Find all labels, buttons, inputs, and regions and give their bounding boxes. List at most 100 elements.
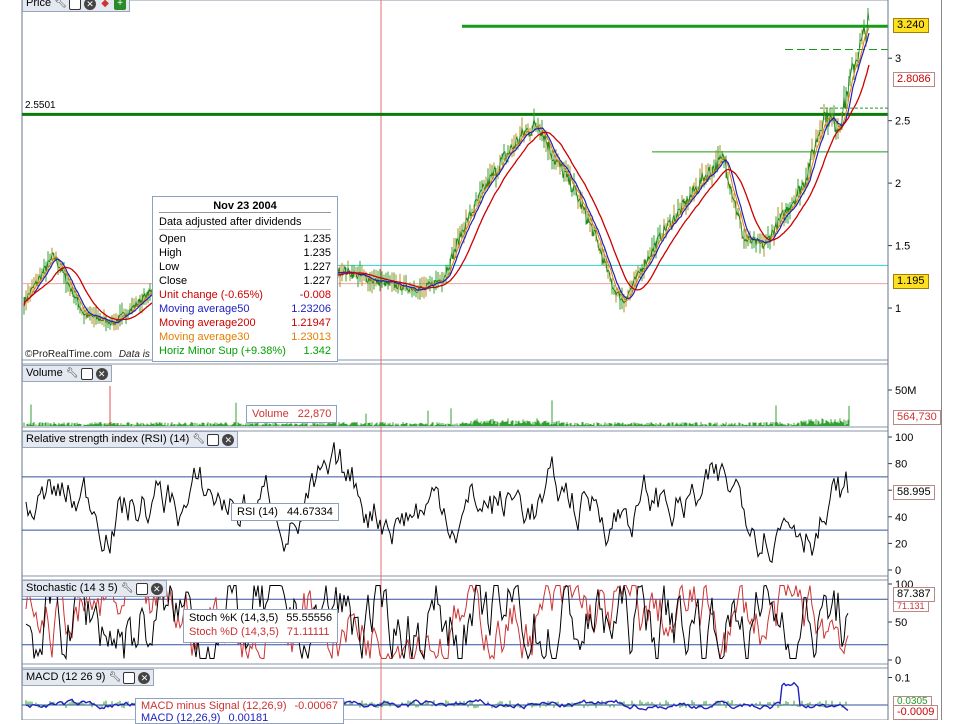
tooltip-row-label: Moving average30 (159, 331, 250, 343)
tooltip-row: Open 1.235 (159, 232, 331, 246)
stoch-d-value: 71.11111 (286, 626, 330, 638)
wrench-icon[interactable]: 🔧︎ (192, 434, 205, 446)
macd-a-value: -0.00067 (294, 700, 338, 712)
tooltip-row-value: 1.227 (303, 275, 331, 287)
macd-a-name: MACD minus Signal (12,26,9) (141, 700, 287, 712)
rsi-axis-label: 80 (895, 459, 907, 471)
price-axis-label: 2.5 (895, 116, 910, 128)
add-icon[interactable]: + (114, 0, 127, 10)
stoch-k-value: 55.55556 (286, 612, 333, 624)
price-last-badge: 3.240 (893, 18, 929, 33)
rsi-readout-name: RSI (14) (237, 506, 278, 518)
price-ma-badge: 2.8086 (893, 72, 935, 87)
wrench-icon[interactable]: 🔧︎ (54, 0, 67, 10)
tooltip-row-value: 1.227 (303, 261, 331, 273)
macd-b-badge: -0.0009 (893, 705, 939, 720)
close-icon[interactable]: ✕ (138, 671, 151, 684)
window-icon[interactable] (69, 0, 82, 10)
volume-panel-title: Volume 🔧︎ ✕ (22, 365, 112, 382)
stoch-d-badge: 71.131 (893, 601, 929, 612)
stoch-readout: Stoch %K (14,3,5) 55.55556 Stoch %D (14,3… (183, 609, 339, 643)
window-edge (941, 0, 942, 720)
tooltip-row: Moving average200 1.21947 (159, 316, 331, 330)
price-axis-label: 1 (895, 303, 901, 315)
volume-readout-value: 22,870 (297, 408, 332, 420)
macd-b-value: 0.00181 (228, 712, 269, 724)
tooltip-row: Moving average30 1.23013 (159, 330, 331, 344)
tooltip-row-label: Close (159, 275, 188, 287)
wrench-icon[interactable]: 🔧︎ (66, 368, 79, 380)
window-icon[interactable] (135, 582, 148, 595)
window-icon[interactable] (80, 367, 93, 380)
tooltip-row-label: Open (159, 233, 186, 245)
rsi-axis-label: 20 (895, 538, 907, 550)
wrench-icon[interactable]: 🔧︎ (121, 583, 134, 595)
volume-title-label: Volume (26, 367, 63, 379)
stoch-title-label: Stochastic (14 3 5) (26, 582, 118, 594)
window-icon[interactable] (207, 433, 220, 446)
watermark-brand: ©ProRealTime.com (25, 349, 113, 360)
macd-readout: MACD minus Signal (12,26,9) -0.00067 MACD… (135, 698, 344, 724)
tooltip-row-label: Moving average50 (159, 303, 250, 315)
tooltip-row-value: 1.235 (303, 233, 331, 245)
stoch-d-name: Stoch %D (14,3,5) (189, 626, 279, 638)
tooltip-row-value: 1.21947 (291, 317, 331, 329)
close-icon[interactable]: ✕ (84, 0, 97, 10)
tooltip-row-label: High (159, 247, 182, 259)
tooltip-row: Unit change (-0.65%) -0.008 (159, 288, 331, 302)
tooltip-date: Nov 23 2004 (159, 200, 331, 213)
rsi-title-label: Relative strength index (RSI) (14) (26, 433, 190, 445)
stoch-panel-title: Stochastic (14 3 5) 🔧︎ ✕ (22, 580, 167, 597)
price-title-label: Price (26, 0, 52, 9)
rsi-last-badge: 58.995 (893, 485, 935, 500)
stoch-axis-label: 0 (895, 655, 901, 667)
volume-readout-name: Volume (252, 408, 289, 420)
volume-axis-label: 50M (895, 385, 916, 397)
rsi-panel-title: Relative strength index (RSI) (14) 🔧︎ ✕ (22, 431, 239, 448)
rsi-axis-label: 100 (895, 432, 913, 444)
close-icon[interactable]: ✕ (95, 367, 108, 380)
color-icon[interactable]: ◆ (99, 0, 111, 10)
volume-last-badge: 564,730 (893, 410, 941, 425)
price-axis-label: 1.5 (895, 241, 910, 253)
tooltip-row: Moving average50 1.23206 (159, 302, 331, 316)
price-axis-label: 3 (895, 53, 901, 65)
tooltip-row: Close 1.227 (159, 274, 331, 288)
level-label: 2.5501 (25, 100, 56, 111)
tooltip-row-value: 1.235 (303, 247, 331, 259)
rsi-axis-label: 0 (895, 565, 901, 577)
close-icon[interactable]: ✕ (150, 582, 163, 595)
panel-frame-volume (21, 363, 889, 428)
data-tooltip: Nov 23 2004 Data adjusted after dividend… (152, 196, 338, 362)
price-cursor-badge: 1.195 (893, 274, 929, 289)
rsi-axis-label: 40 (895, 512, 907, 524)
tooltip-row: Horiz Minor Sup (+9.38%) 1.342 (159, 344, 331, 358)
rsi-readout-value: 44.67334 (287, 506, 333, 518)
tooltip-row-value: -0.008 (299, 289, 331, 301)
tooltip-row-label: Low (159, 261, 180, 273)
window-icon[interactable] (123, 671, 136, 684)
stoch-k-name: Stoch %K (14,3,5) (189, 612, 279, 624)
tooltip-row-value: 1.23013 (291, 331, 331, 343)
rsi-readout: RSI (14) 44.67334 (231, 503, 339, 521)
tooltip-row-label: Unit change (-0.65%) (159, 289, 263, 301)
tooltip-row: Low 1.227 (159, 260, 331, 274)
wrench-icon[interactable]: 🔧︎ (108, 672, 121, 684)
tooltip-row: High 1.235 (159, 246, 331, 260)
tooltip-row-value: 1.23206 (291, 303, 331, 315)
close-icon[interactable]: ✕ (222, 433, 235, 446)
volume-readout: Volume 22,870 (246, 405, 338, 423)
chart-canvas[interactable]: 32.521.5150M1008060402001005000.1 (0, 0, 960, 720)
price-axis-label: 2 (895, 178, 901, 190)
chart-workspace[interactable]: 32.521.5150M1008060402001005000.1 Price … (0, 0, 960, 724)
tooltip-rows: Open 1.235 High 1.235 Low 1.227 Close 1.227 Unit… (159, 232, 331, 358)
tooltip-note: Data adjusted after dividends (159, 215, 331, 230)
stoch-last-badge: 87.387 (893, 587, 935, 602)
price-panel-title: Price 🔧︎ ✕ ◆ + (22, 0, 131, 12)
left-margin (0, 0, 22, 720)
macd-axis-label: 0.1 (895, 673, 910, 685)
macd-b-name: MACD (12,26,9) (141, 712, 221, 724)
stoch-axis-label: 50 (895, 617, 907, 629)
tooltip-row-value: 1.342 (303, 345, 331, 357)
tooltip-row-label: Horiz Minor Sup (+9.38%) (159, 345, 286, 357)
